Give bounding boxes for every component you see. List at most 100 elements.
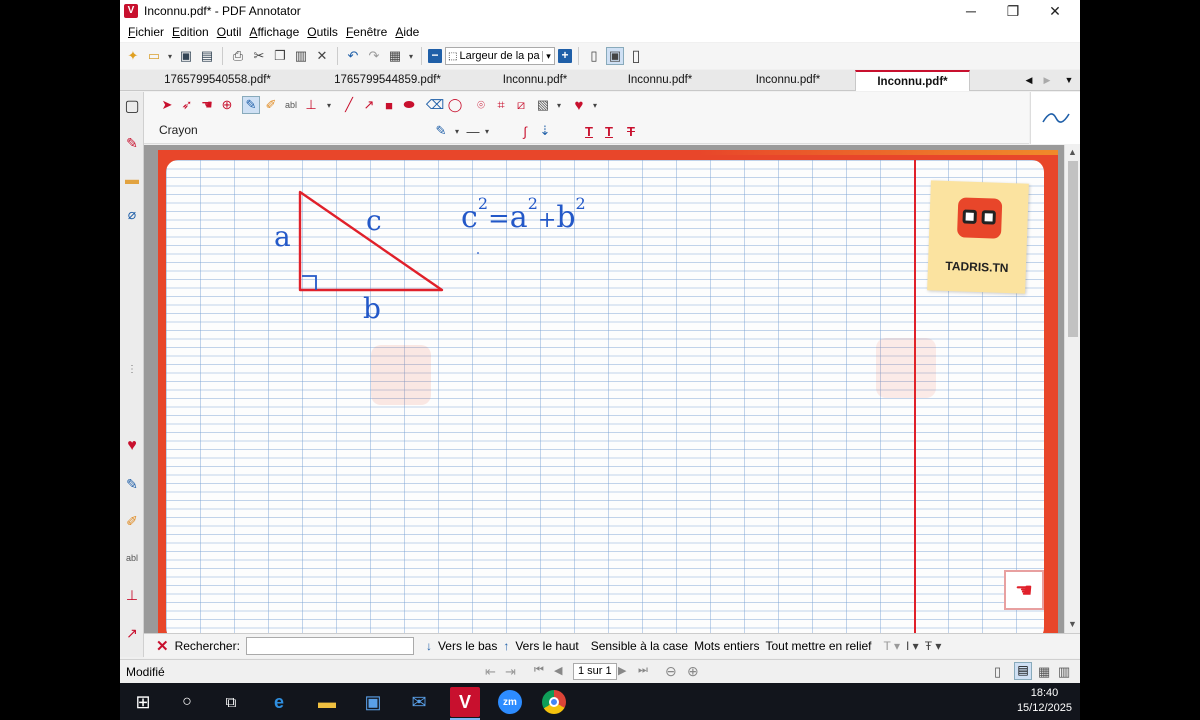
new-document-icon[interactable]: ✦ — [124, 47, 142, 65]
two-page-view-icon[interactable]: ▦ — [1038, 664, 1050, 680]
lasso-tool-icon[interactable]: ◯ — [446, 96, 464, 114]
crop-tool-icon[interactable]: ⌗ — [492, 96, 510, 114]
save-as-icon[interactable]: ▤ — [198, 47, 216, 65]
history-back-icon[interactable]: ⊖ — [665, 663, 677, 680]
tab-document[interactable]: Inconnu.pdf* — [475, 70, 595, 91]
highlight-all-toggle[interactable]: Tout mettre en relief — [765, 639, 871, 653]
system-clock[interactable]: 18:40 15/12/2025 — [1017, 686, 1072, 716]
arrow-tool-icon[interactable]: ↗ — [360, 96, 378, 114]
dropdown-arrow-icon[interactable]: ▾ — [407, 47, 415, 65]
tab-scroll-left-icon[interactable]: ◀ — [1020, 70, 1038, 91]
save-icon[interactable]: ▣ — [177, 47, 195, 65]
continuous-view-icon[interactable]: ▤ — [1014, 662, 1032, 680]
zoom-in-button[interactable]: + — [558, 49, 572, 63]
text-box-icon[interactable]: abl — [123, 549, 141, 567]
highlighter-tool-icon[interactable]: ✐ — [262, 96, 280, 114]
zoom-out-button[interactable]: − — [428, 49, 442, 63]
store-icon[interactable]: ▣ — [360, 689, 386, 715]
document-viewport[interactable]: TADRIS.TN a b c c2=a2+b2 ☚ — [144, 145, 1064, 633]
file-explorer-icon[interactable]: ▬ — [314, 689, 340, 715]
smooth-line-icon[interactable]: ∫ — [516, 122, 534, 140]
tab-list-icon[interactable]: ▼ — [1060, 70, 1078, 91]
stamp-icon[interactable]: ⊥ — [123, 586, 141, 604]
page-indicator[interactable]: 1 sur 1 — [573, 663, 617, 680]
two-page-continuous-icon[interactable]: ▥ — [1058, 664, 1070, 680]
whole-words-toggle[interactable]: Mots entiers — [694, 639, 759, 653]
underline-text-icon[interactable]: T — [580, 122, 598, 140]
attachment-icon[interactable]: ⌀ — [123, 205, 141, 223]
pdf-page[interactable]: TADRIS.TN a b c c2=a2+b2 ☚ — [158, 150, 1058, 633]
pressure-icon[interactable]: ⇣ — [536, 122, 554, 140]
strikethrough-text-icon[interactable]: T — [622, 122, 640, 140]
next-page-icon[interactable]: ▶ — [618, 664, 626, 677]
text-underline-icon[interactable]: I ▾ — [906, 639, 919, 653]
zoom-app-icon[interactable]: zm — [498, 690, 522, 714]
stamp-tool-icon[interactable]: ⊥ — [302, 96, 320, 114]
dropdown-arrow-icon[interactable]: ▾ — [478, 122, 496, 140]
menu-outils[interactable]: Outils — [303, 25, 342, 39]
paste-icon[interactable]: ▥ — [292, 47, 310, 65]
tab-scroll-right-icon[interactable]: ▶ — [1038, 70, 1056, 91]
pencil-icon[interactable]: ✎ — [123, 475, 141, 493]
line-tool-icon[interactable]: ╱ — [340, 96, 358, 114]
text-tool-icon[interactable]: abl — [282, 96, 300, 114]
history-forward-icon[interactable]: ⊕ — [687, 663, 699, 680]
eraser-tool-icon[interactable]: ⌫ — [426, 96, 444, 114]
chrome-browser-icon[interactable] — [542, 690, 566, 714]
tab-document-active[interactable]: Inconnu.pdf* — [855, 70, 970, 91]
select-text-icon[interactable]: ➶ — [178, 96, 196, 114]
pencil-tool-icon[interactable]: ✎ — [242, 96, 260, 114]
favorites-heart-icon[interactable]: ♥ — [123, 437, 141, 455]
search-input[interactable] — [245, 637, 414, 655]
match-case-toggle[interactable]: Sensible à la case — [591, 639, 688, 653]
first-page-icon[interactable]: ⏮ — [534, 664, 544, 677]
single-page-icon[interactable]: ▯ — [585, 47, 603, 65]
scroll-thumb[interactable] — [1068, 161, 1078, 337]
tab-document[interactable]: Inconnu.pdf* — [728, 70, 848, 91]
fit-page-icon[interactable]: ▣ — [606, 47, 624, 65]
scroll-up-icon[interactable]: ▲ — [1068, 147, 1077, 157]
forward-page-icon[interactable]: ⇥ — [505, 664, 516, 680]
hand-cursor-icon[interactable]: ☚ — [1004, 570, 1044, 610]
minimize-button[interactable]: ─ — [950, 0, 992, 22]
search-up-icon[interactable]: ↑ — [503, 639, 509, 653]
arrow-icon[interactable]: ↗ — [123, 624, 141, 642]
ruler-tool-icon[interactable]: ⧄ — [512, 96, 530, 114]
folder-icon[interactable]: ▬ — [123, 170, 141, 188]
search-down-icon[interactable]: ↓ — [426, 639, 432, 653]
dropdown-arrow-icon[interactable]: ▾ — [166, 47, 174, 65]
rectangle-tool-icon[interactable]: ■ — [380, 96, 398, 114]
tab-document[interactable]: 1765799544859.pdf* — [320, 70, 455, 91]
tab-document[interactable]: 1765799540558.pdf* — [150, 70, 285, 91]
snapshot-tool-icon[interactable]: ⌾ — [472, 96, 490, 114]
menu-fenetre[interactable]: Fenêtre — [342, 25, 391, 39]
close-search-icon[interactable]: ✕ — [156, 637, 169, 655]
search-circle-icon[interactable]: ○ — [174, 689, 200, 715]
menu-aide[interactable]: Aide — [391, 25, 423, 39]
zoom-select[interactable]: ⬚ Largeur de la pa ▾ — [445, 47, 555, 65]
search-down-button[interactable]: Vers le bas — [438, 639, 497, 653]
pdf-annotator-taskbar-icon[interactable]: V — [450, 687, 480, 717]
redo-icon[interactable]: ↷ — [365, 47, 383, 65]
text-strike-icon[interactable]: Ŧ ▾ — [925, 639, 942, 653]
clipboard-options-icon[interactable]: ▦ — [386, 47, 404, 65]
page-panel-icon[interactable]: ▢ — [123, 97, 141, 115]
previous-page-icon[interactable]: ◀ — [554, 664, 562, 677]
edge-browser-icon[interactable]: e — [266, 689, 292, 715]
menu-fichier[interactable]: Fichier — [124, 25, 168, 39]
undo-icon[interactable]: ↶ — [344, 47, 362, 65]
restore-button[interactable]: ❐ — [992, 0, 1034, 22]
print-icon[interactable]: ⎙ — [229, 47, 247, 65]
menu-affichage[interactable]: Affichage — [245, 25, 303, 39]
menu-outil[interactable]: Outil — [213, 25, 246, 39]
splitter-handle-icon[interactable]: ⋮ — [123, 360, 141, 378]
text-format-icon[interactable]: T ▾ — [884, 639, 900, 653]
tab-document[interactable]: Inconnu.pdf* — [600, 70, 720, 91]
full-screen-icon[interactable]: ▯ — [627, 47, 645, 65]
search-up-button[interactable]: Vers le haut — [515, 639, 578, 653]
mail-icon[interactable]: ✉ — [406, 689, 432, 715]
windows-start-icon[interactable]: ⊞ — [130, 689, 156, 715]
pan-hand-icon[interactable]: ☚ — [198, 96, 216, 114]
task-view-icon[interactable]: ⧉ — [218, 689, 244, 715]
menu-edition[interactable]: Edition — [168, 25, 213, 39]
